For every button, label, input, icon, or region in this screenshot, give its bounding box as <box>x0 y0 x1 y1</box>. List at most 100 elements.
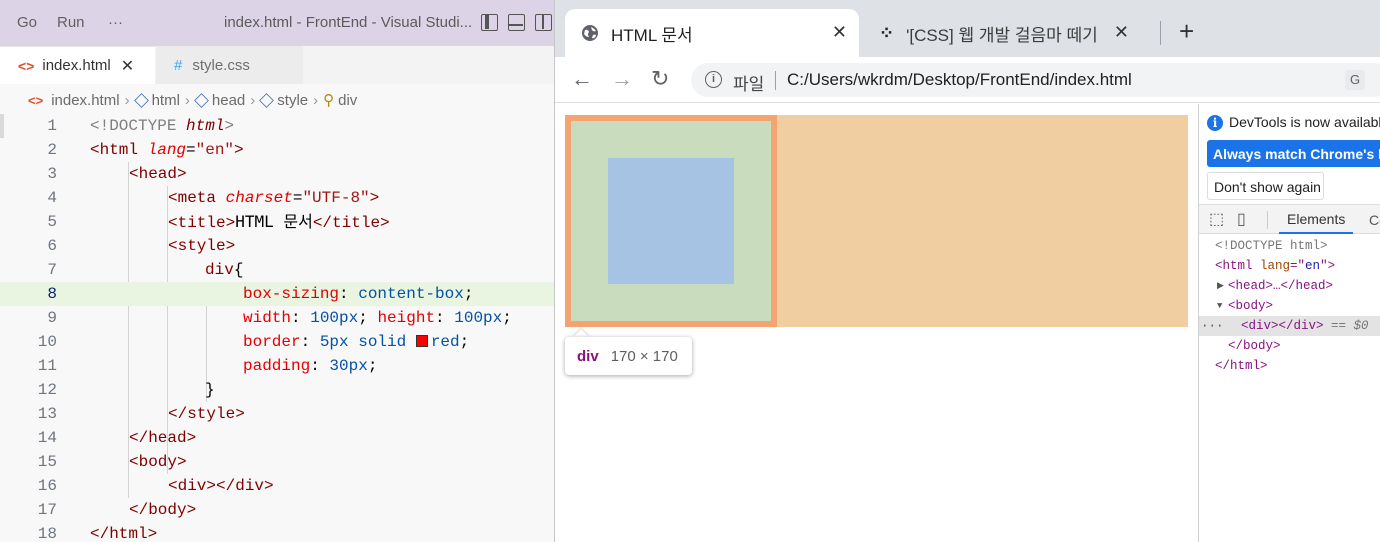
token: > <box>224 117 235 135</box>
tab-index-html[interactable]: <> index.html ✕ <box>0 46 155 84</box>
chevron-right-icon: › <box>184 91 190 109</box>
vscode-window: Go Run ··· index.html - FrontEnd - Visua… <box>0 0 554 542</box>
code-editor[interactable]: 1 <!DOCTYPE html> 2 <html lang="en"> 3 <… <box>0 114 554 542</box>
token: { <box>233 261 244 279</box>
toggle-sidebar-icon[interactable] <box>481 14 498 31</box>
info-icon: i <box>1207 115 1223 131</box>
code-line: 10 border: 5px solid red; <box>0 330 554 354</box>
collapse-triangle-icon[interactable]: ▼ <box>1217 296 1222 316</box>
info-icon[interactable]: i <box>705 71 722 88</box>
split-editor-icon[interactable] <box>535 14 552 31</box>
chevron-right-icon: › <box>124 91 130 109</box>
dom-node[interactable]: ▶ <head>…</head> <box>1199 276 1380 296</box>
globe-icon <box>582 25 598 41</box>
breadcrumb-item-file[interactable]: index.html <box>51 92 119 109</box>
line-number: 2 <box>47 141 57 159</box>
code-line: 3 <head> <box>0 162 554 186</box>
node-text: <body> <box>1228 299 1274 313</box>
line-number: 10 <box>37 333 57 351</box>
border-highlight <box>565 115 777 327</box>
token: = <box>186 141 196 159</box>
new-tab-button[interactable]: + <box>1179 16 1194 47</box>
code-line: 2 <html lang="en"> <box>0 138 554 162</box>
devtools-toolbar: ⬚ ▯ Elements Co <box>1199 204 1380 234</box>
line-number: 16 <box>37 477 57 495</box>
line-number: 1 <box>47 117 57 135</box>
browser-tab-strip: HTML 문서 ✕ ⁘ '[CSS] 웹 개발 걸음마 떼기 ✕ + <box>555 0 1380 57</box>
code-line: 5 <title>HTML 문서</title> <box>0 210 554 234</box>
tistory-icon: ⁘ <box>879 22 895 43</box>
device-toolbar-icon[interactable]: ▯ <box>1237 209 1246 229</box>
tab-elements[interactable]: Elements <box>1279 211 1354 234</box>
omnibox[interactable]: i 파일 C:/Users/wkrdm/Desktop/FrontEnd/ind… <box>691 63 1380 97</box>
code-line: 7 div{ <box>0 258 554 282</box>
dom-node[interactable]: <!DOCTYPE html> <box>1199 236 1380 256</box>
color-swatch-icon[interactable] <box>415 335 428 347</box>
line-number: 18 <box>37 525 57 542</box>
notice-text: DevTools is now available <box>1229 114 1380 130</box>
dont-show-again-button[interactable]: Don't show again <box>1207 172 1324 200</box>
breadcrumb-item-style[interactable]: style <box>277 92 308 109</box>
divider <box>1267 211 1268 229</box>
menu-go[interactable]: Go <box>17 14 37 31</box>
dom-node[interactable]: <html lang="en"> <box>1199 256 1380 276</box>
chevron-right-icon: › <box>313 91 319 109</box>
inspect-element-icon[interactable]: ⬚ <box>1209 209 1224 229</box>
html-file-icon: <> <box>28 92 44 108</box>
scheme-label: 파일 <box>733 75 765 94</box>
code-line: 15 <body> <box>0 450 554 474</box>
dom-node[interactable]: </html> <box>1199 356 1380 376</box>
token: 100px <box>310 309 359 327</box>
back-icon[interactable]: ← <box>571 66 593 92</box>
token: HTML 문서 <box>235 212 313 231</box>
token: = <box>292 189 303 207</box>
more-icon[interactable]: ··· <box>1201 316 1224 336</box>
url-text: C:/Users/wkrdm/Desktop/FrontEnd/index.ht… <box>787 70 1132 89</box>
line-number: 13 <box>37 405 57 423</box>
element-icon <box>194 92 209 108</box>
match-language-button[interactable]: Always match Chrome's lang <box>1207 140 1380 167</box>
breadcrumb-item-head[interactable]: head <box>212 92 245 109</box>
tab-console[interactable]: Co <box>1369 212 1380 228</box>
line-number: 4 <box>47 189 57 207</box>
code-line: 6 <style> <box>0 234 554 258</box>
token: <html <box>90 141 148 159</box>
close-icon[interactable]: ✕ <box>121 56 134 76</box>
browser-tab[interactable]: ⁘ '[CSS] 웹 개발 걸음마 떼기 ✕ <box>867 9 1163 57</box>
close-icon[interactable]: ✕ <box>832 22 847 43</box>
token: 5px solid <box>319 333 416 351</box>
title-bar: Go Run ··· index.html - FrontEnd - Visua… <box>0 0 554 46</box>
breadcrumb-item-div[interactable]: div <box>338 92 357 109</box>
tooltip-arrow <box>573 329 589 337</box>
expand-triangle-icon[interactable]: ▶ <box>1217 276 1224 296</box>
token: <body> <box>129 453 187 471</box>
page-viewport[interactable]: div 170 × 170 <box>555 104 1198 542</box>
token: width <box>243 309 292 327</box>
token: <!DOCTYPE <box>90 117 187 135</box>
translate-icon[interactable]: G <box>1345 70 1365 90</box>
toggle-panel-icon[interactable] <box>508 14 525 31</box>
screen: Go Run ··· index.html - FrontEnd - Visua… <box>0 0 1380 542</box>
menu-more[interactable]: ··· <box>108 14 123 31</box>
breadcrumb-item-html[interactable]: html <box>152 92 180 109</box>
browser-tab-active[interactable]: HTML 문서 ✕ <box>565 9 859 57</box>
token: ; <box>459 333 470 351</box>
node-ref: == $0 <box>1331 319 1369 333</box>
html-file-icon: <> <box>18 57 35 74</box>
token: ; <box>367 357 378 375</box>
token: border <box>243 333 301 351</box>
line-number: 9 <box>47 309 57 327</box>
token: en <box>1305 259 1321 273</box>
reload-icon[interactable]: ↻ <box>651 66 669 92</box>
close-icon[interactable]: ✕ <box>1114 22 1129 43</box>
token: "en" <box>195 141 235 159</box>
menu-run[interactable]: Run <box>57 14 85 31</box>
dom-node-selected[interactable]: ··· <div></div> == $0 <box>1199 316 1380 336</box>
dom-node[interactable]: </body> <box>1199 336 1380 356</box>
token: =" <box>1290 259 1306 273</box>
tab-title: '[CSS] 웹 개발 걸음마 떼기 <box>906 25 1098 45</box>
token: <meta <box>168 189 226 207</box>
forward-icon[interactable]: → <box>611 66 633 92</box>
dom-node[interactable]: ▼ <body> <box>1199 296 1380 316</box>
tab-style-css[interactable]: # style.css <box>156 46 303 84</box>
